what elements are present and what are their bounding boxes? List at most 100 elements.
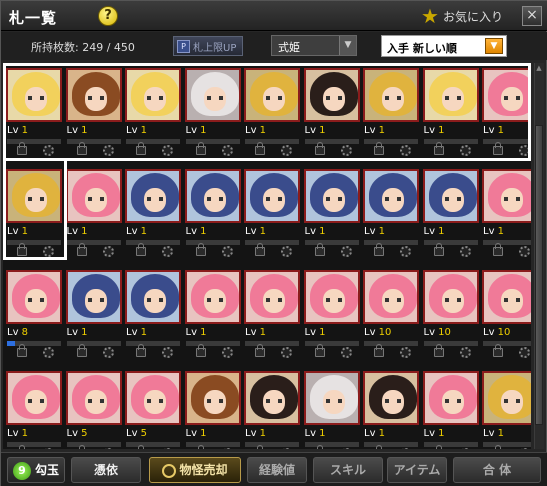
detail-icon[interactable] [221, 145, 233, 156]
lock-icon[interactable] [314, 243, 325, 256]
card-slot[interactable]: Lv 1 [184, 166, 242, 258]
detail-icon[interactable] [400, 145, 411, 156]
detail-icon[interactable] [43, 145, 54, 156]
card-slot[interactable]: Lv 1 [243, 166, 301, 258]
lock-icon[interactable] [374, 142, 384, 155]
detail-icon[interactable] [43, 246, 54, 257]
lock-icon[interactable] [314, 344, 325, 357]
detail-icon[interactable] [519, 448, 530, 449]
lock-icon[interactable] [136, 344, 146, 357]
lock-icon[interactable] [195, 243, 206, 256]
detail-icon[interactable] [459, 448, 471, 449]
detail-icon[interactable] [340, 347, 352, 358]
card-slot[interactable]: Lv 1 [362, 65, 420, 157]
detail-icon[interactable] [400, 347, 411, 358]
card-slot[interactable]: Lv 1 [5, 166, 63, 258]
detail-icon[interactable] [281, 246, 292, 257]
skill-button[interactable]: スキル [313, 457, 383, 483]
sort-order-select[interactable]: 入手 新しい順 ▼ [381, 35, 507, 57]
detail-icon[interactable] [519, 347, 530, 358]
detail-icon[interactable] [43, 448, 54, 449]
card-slot[interactable]: Lv 1 [184, 368, 242, 449]
card-slot[interactable]: Lv 1 [124, 267, 182, 359]
detail-icon[interactable] [102, 145, 114, 156]
detail-icon[interactable] [162, 145, 173, 156]
card-slot[interactable]: Lv 1 [5, 368, 63, 449]
detail-icon[interactable] [400, 448, 411, 449]
detail-icon[interactable] [340, 246, 352, 257]
lock-icon[interactable] [76, 142, 87, 155]
detail-icon[interactable] [102, 448, 114, 449]
card-slot[interactable]: Lv 1 [362, 166, 420, 258]
card-limit-up-button[interactable]: P 札上限UP [173, 36, 243, 56]
card-slot[interactable]: Lv 1 [303, 166, 361, 258]
lock-icon[interactable] [433, 142, 444, 155]
card-slot[interactable]: Lv 1 [124, 65, 182, 157]
lock-icon[interactable] [76, 344, 87, 357]
detail-icon[interactable] [162, 347, 173, 358]
lock-icon[interactable] [255, 142, 265, 155]
card-slot[interactable]: Lv 5 [124, 368, 182, 449]
card-slot[interactable]: Lv 1 [243, 267, 301, 359]
detail-icon[interactable] [221, 246, 233, 257]
detail-icon[interactable] [281, 448, 292, 449]
card-slot[interactable]: Lv 1 [481, 166, 531, 258]
card-slot[interactable]: Lv 1 [243, 368, 301, 449]
card-slot[interactable]: Lv 1 [243, 65, 301, 157]
card-slot[interactable]: Lv 5 [65, 368, 123, 449]
detail-icon[interactable] [459, 347, 471, 358]
lock-icon[interactable] [136, 243, 146, 256]
card-slot[interactable]: Lv 1 [303, 267, 361, 359]
detail-icon[interactable] [43, 347, 54, 358]
detail-icon[interactable] [162, 246, 173, 257]
scrollbar-thumb[interactable] [535, 125, 543, 425]
card-slot[interactable]: Lv 8 [5, 267, 63, 359]
fusion-button[interactable]: 合 体 [453, 457, 541, 483]
type-filter-select[interactable]: 式姫 ▼ [271, 35, 357, 56]
detail-icon[interactable] [519, 145, 530, 156]
card-slot[interactable]: Lv 1 [303, 368, 361, 449]
magatama-button[interactable]: 9 勾玉 [7, 457, 65, 483]
detail-icon[interactable] [459, 246, 471, 257]
sell-button[interactable]: 物怪売却 [149, 457, 241, 483]
detail-icon[interactable] [102, 347, 114, 358]
card-slot[interactable]: Lv 1 [362, 368, 420, 449]
card-slot[interactable]: Lv 10 [481, 267, 531, 359]
detail-icon[interactable] [102, 246, 114, 257]
lock-icon[interactable] [195, 344, 206, 357]
lock-icon[interactable] [76, 243, 87, 256]
card-slot[interactable]: Lv 1 [5, 65, 63, 157]
item-button[interactable]: アイテム [387, 457, 447, 483]
detail-icon[interactable] [340, 145, 352, 156]
card-slot[interactable]: Lv 1 [65, 267, 123, 359]
lock-icon[interactable] [374, 344, 384, 357]
card-slot[interactable]: Lv 1 [422, 368, 480, 449]
lock-icon[interactable] [255, 344, 265, 357]
lock-icon[interactable] [314, 142, 325, 155]
lock-icon[interactable] [493, 344, 503, 357]
card-slot[interactable]: Lv 1 [184, 267, 242, 359]
card-slot[interactable]: Lv 1 [303, 65, 361, 157]
detail-icon[interactable] [281, 145, 292, 156]
lock-icon[interactable] [17, 142, 27, 155]
card-slot[interactable]: Lv 1 [422, 65, 480, 157]
close-button[interactable]: × [522, 6, 542, 26]
lock-icon[interactable] [17, 243, 27, 256]
scroll-up-icon[interactable]: ▲ [534, 63, 544, 73]
lock-icon[interactable] [433, 344, 444, 357]
card-slot[interactable]: Lv 1 [481, 368, 531, 449]
card-slot[interactable]: Lv 1 [422, 166, 480, 258]
detail-icon[interactable] [221, 347, 233, 358]
possess-button[interactable]: 憑依 [71, 457, 141, 483]
detail-icon[interactable] [519, 246, 530, 257]
card-slot[interactable]: Lv 10 [362, 267, 420, 359]
detail-icon[interactable] [281, 347, 292, 358]
card-slot[interactable]: Lv 1 [124, 166, 182, 258]
card-slot[interactable]: Lv 1 [184, 65, 242, 157]
card-slot[interactable]: Lv 1 [65, 166, 123, 258]
detail-icon[interactable] [221, 448, 233, 449]
detail-icon[interactable] [459, 145, 471, 156]
detail-icon[interactable] [340, 448, 352, 449]
lock-icon[interactable] [17, 344, 27, 357]
help-icon[interactable]: ? [98, 6, 118, 26]
